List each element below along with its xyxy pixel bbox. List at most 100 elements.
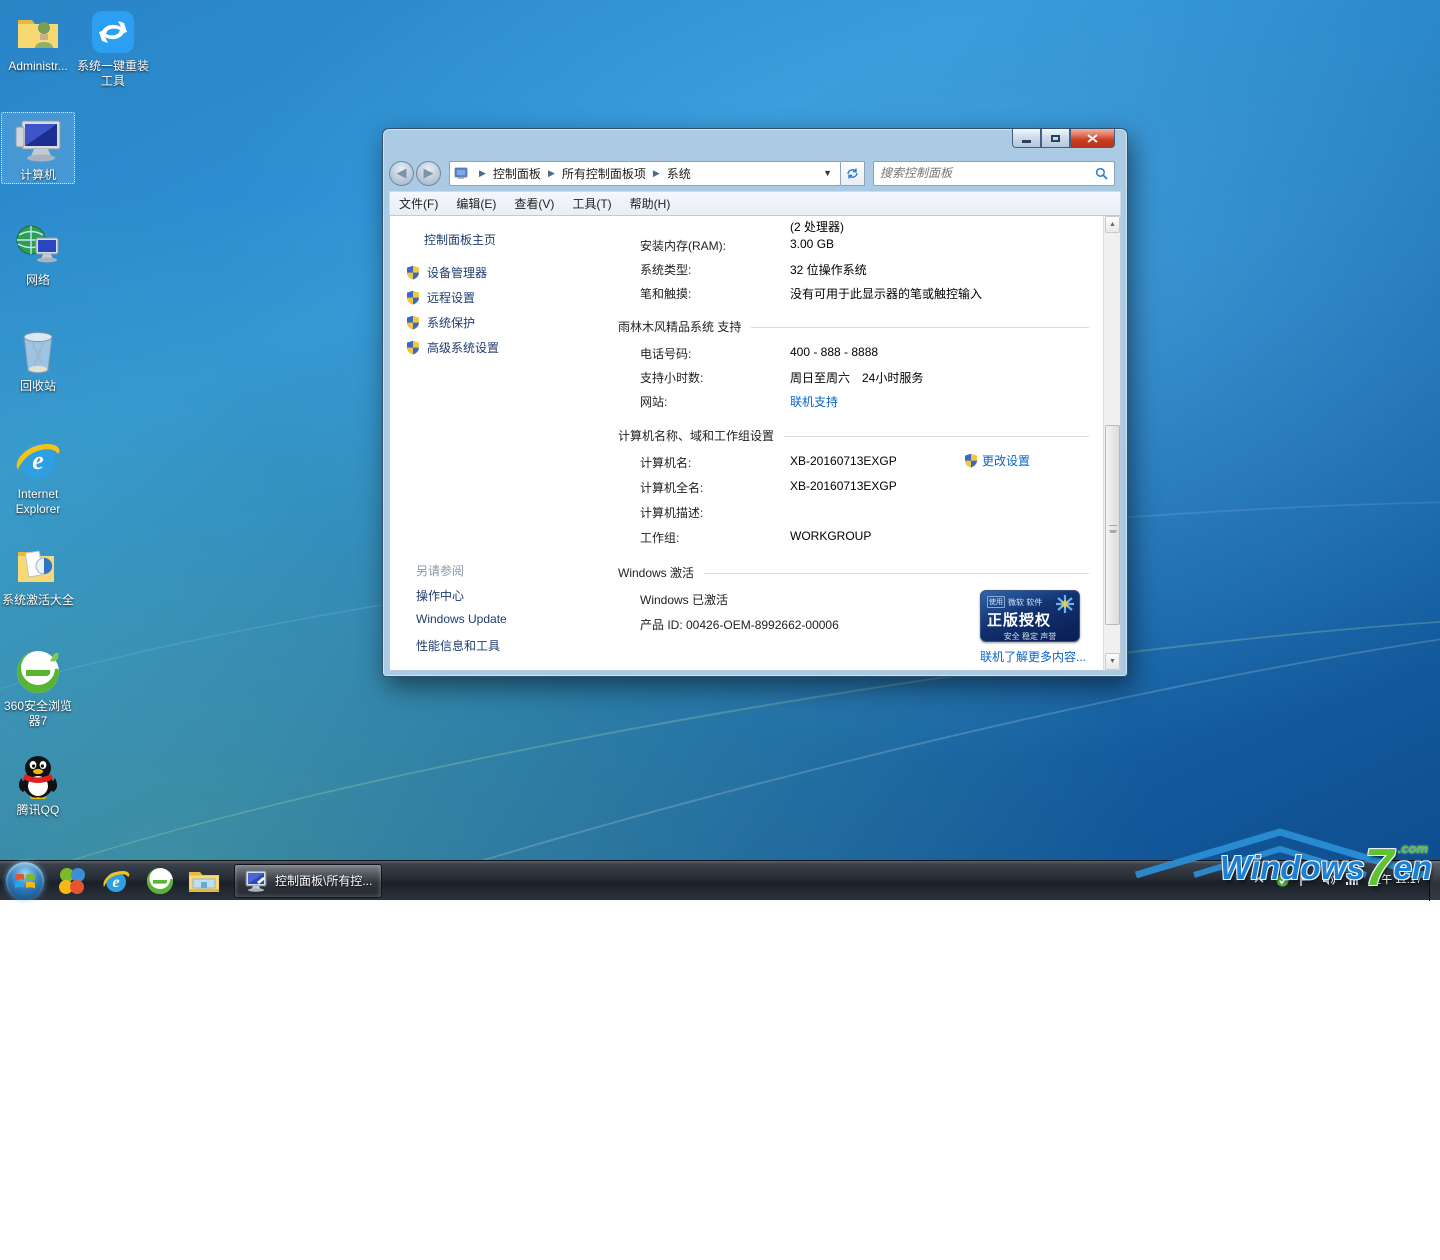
minimize-button[interactable]: [1012, 129, 1041, 148]
field-value: 3.00 GB: [790, 237, 834, 251]
green-e-icon: [14, 648, 62, 696]
menu-file[interactable]: 文件(F): [390, 192, 447, 215]
desktop-icon-qq[interactable]: 腾讯QQ: [1, 752, 75, 818]
taskbar-explorer-icon[interactable]: [182, 862, 226, 900]
field-value: XB-20160713EXGP: [790, 454, 897, 468]
field-label: 计算机全名:: [640, 479, 703, 496]
field-label: 系统类型:: [640, 261, 691, 278]
sidebar-remote-settings[interactable]: 远程设置: [406, 289, 475, 306]
show-desktop-button[interactable]: [1429, 861, 1440, 901]
minimize-icon: [1022, 140, 1031, 143]
active-task-label: 控制面板\所有控...: [275, 872, 372, 889]
breadcrumb-separator-icon: ▶: [543, 168, 560, 179]
sidebar-windows-update[interactable]: Windows Update: [416, 612, 507, 626]
menu-help[interactable]: 帮助(H): [621, 192, 680, 215]
desktop-icon-recycle-bin[interactable]: 回收站: [1, 328, 75, 394]
desktop-icon-label: Internet Explorer: [1, 487, 75, 517]
active-task-control-panel[interactable]: 控制面板\所有控...: [234, 864, 382, 898]
close-button[interactable]: [1070, 129, 1115, 148]
taskbar-clock[interactable]: 上午 11:17: [1366, 873, 1426, 887]
field-label: 网站:: [640, 393, 667, 410]
learn-more-online-link[interactable]: 联机了解更多内容...: [980, 648, 1086, 665]
search-box[interactable]: [873, 161, 1115, 186]
field-label: 支持小时数:: [640, 369, 703, 386]
start-button[interactable]: [6, 862, 44, 900]
sidebar-action-center[interactable]: 操作中心: [416, 587, 464, 604]
field-label: 计算机描述:: [640, 504, 703, 521]
maximize-button[interactable]: [1041, 129, 1070, 148]
desktop-icon-internet-explorer[interactable]: e Internet Explorer: [1, 436, 75, 517]
system-page-icon: [454, 167, 469, 180]
system-tray: 上午 11:17: [1251, 860, 1426, 900]
scrollbar-thumb[interactable]: [1105, 425, 1120, 625]
activation-section-header: Windows 激活: [618, 564, 1089, 581]
taskbar-colorful-app-icon[interactable]: [50, 862, 94, 900]
system-info-panel: (2 处理器) 安装内存(RAM): 3.00 GB 系统类型: 32 位操作系…: [592, 216, 1103, 670]
window-titlebar[interactable]: [383, 129, 1127, 159]
address-dropdown-icon[interactable]: ▼: [819, 168, 836, 178]
tray-security-icon[interactable]: [1274, 872, 1290, 888]
qq-penguin-icon: [14, 752, 62, 800]
field-value: XB-20160713EXGP: [790, 479, 897, 493]
sidebar: 控制面板主页 设备管理器 远程设置 系统保护 高级系统设置 另请参阅: [390, 216, 592, 670]
breadcrumb-all-items[interactable]: 所有控制面板项: [560, 165, 648, 182]
desktop-icon-label: 系统一键重装工具: [76, 59, 150, 89]
tray-expand-icon[interactable]: [1251, 872, 1267, 888]
desktop-icon-label: 系统激活大全: [1, 593, 75, 608]
sidebar-control-panel-home[interactable]: 控制面板主页: [424, 231, 496, 248]
desktop-icon-label: 计算机: [2, 168, 74, 183]
back-button[interactable]: ◀: [389, 161, 414, 186]
folder-documents-icon: [14, 542, 62, 590]
tray-network-icon[interactable]: [1343, 872, 1359, 888]
tray-action-center-flag-icon[interactable]: [1297, 872, 1313, 888]
genuine-software-badge[interactable]: 使用微软 软件 正版授权 安全 稳定 声誉: [980, 590, 1080, 642]
search-icon: [1095, 167, 1108, 180]
taskbar-360-browser-icon[interactable]: [138, 862, 182, 900]
ie-icon: e: [14, 436, 62, 484]
menu-view[interactable]: 查看(V): [505, 192, 563, 215]
refresh-button[interactable]: [841, 161, 865, 186]
breadcrumb-system[interactable]: 系统: [665, 165, 693, 182]
sidebar-performance-tools[interactable]: 性能信息和工具: [416, 637, 500, 654]
sidebar-advanced-settings[interactable]: 高级系统设置: [406, 339, 499, 356]
desktop-icon-activation-folder[interactable]: 系统激活大全: [1, 542, 75, 608]
desktop-icon-reinstall-tool[interactable]: 系统一键重装工具: [76, 8, 150, 89]
sidebar-system-protection[interactable]: 系统保护: [406, 314, 475, 331]
section-divider: [751, 327, 1089, 328]
genuine-star-icon: [1055, 594, 1075, 614]
breadcrumb-control-panel[interactable]: 控制面板: [491, 165, 543, 182]
desktop-icon-administrator[interactable]: Administr...: [1, 8, 75, 74]
taskbar-ie-icon[interactable]: e: [94, 862, 138, 900]
scroll-up-button[interactable]: ▲: [1105, 216, 1120, 233]
breadcrumb-separator-icon: ▶: [648, 168, 665, 179]
scroll-down-button[interactable]: ▼: [1105, 653, 1120, 670]
maximize-icon: [1051, 135, 1060, 142]
menu-edit[interactable]: 编辑(E): [447, 192, 505, 215]
computer-name-section-header: 计算机名称、域和工作组设置: [618, 427, 1089, 444]
search-input[interactable]: [880, 166, 1095, 180]
sidebar-device-manager[interactable]: 设备管理器: [406, 264, 487, 281]
task-computer-icon: [244, 870, 268, 892]
computer-icon: [14, 117, 62, 165]
menu-tools[interactable]: 工具(T): [563, 192, 620, 215]
field-label: 安装内存(RAM):: [640, 237, 726, 254]
desktop-icon-label: 360安全浏览器7: [1, 699, 75, 729]
breadcrumb-separator-icon: ▶: [474, 168, 491, 179]
forward-button[interactable]: ▶: [416, 161, 441, 186]
support-section-header: 雨林木风精品系统 支持: [618, 318, 1089, 335]
field-value: 没有可用于此显示器的笔或触控输入: [790, 285, 982, 302]
online-support-link[interactable]: 联机支持: [790, 393, 838, 410]
uac-shield-icon: [406, 315, 420, 330]
recycle-bin-icon: [14, 328, 62, 376]
desktop-icon-360-browser[interactable]: 360安全浏览器7: [1, 648, 75, 729]
tray-volume-icon[interactable]: [1320, 872, 1336, 888]
window-body: 控制面板主页 设备管理器 远程设置 系统保护 高级系统设置 另请参阅: [389, 215, 1121, 671]
desktop-icon-computer[interactable]: 计算机: [1, 112, 75, 184]
change-settings-link[interactable]: 更改设置: [964, 452, 1030, 469]
desktop-icon-network[interactable]: 网络: [1, 222, 75, 288]
activation-status: Windows 已激活: [640, 591, 728, 608]
field-label: 工作组:: [640, 529, 679, 546]
vertical-scrollbar[interactable]: ▲ ▼: [1103, 216, 1120, 670]
address-bar[interactable]: ▶ 控制面板 ▶ 所有控制面板项 ▶ 系统 ▼: [449, 161, 841, 186]
refresh-icon: [846, 167, 859, 180]
